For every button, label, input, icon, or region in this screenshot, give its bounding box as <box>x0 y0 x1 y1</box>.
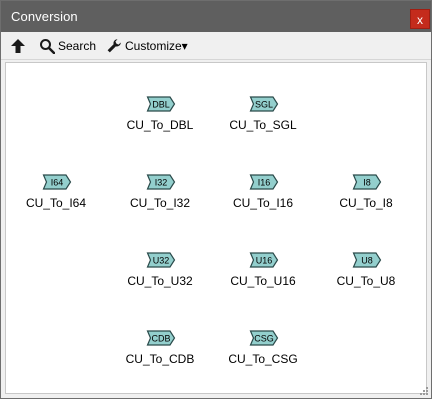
terminal-icon: I8 <box>352 174 382 190</box>
palette-item-label: CU_To_DBL <box>126 118 194 132</box>
palette-item-cu-to-sgl[interactable]: SGL CU_To_SGL <box>213 96 313 132</box>
palette-item-label: CU_To_CSG <box>228 352 298 366</box>
palette-item-cu-to-u32[interactable]: U32 CU_To_U32 <box>110 252 210 288</box>
palette-item-label: CU_To_CDB <box>125 352 195 366</box>
terminal-tag: I64 <box>51 178 64 188</box>
terminal-icon: CDB <box>146 330 176 346</box>
palette-item-cu-to-cdb[interactable]: CDB CU_To_CDB <box>110 330 210 366</box>
terminal-icon: I16 <box>249 174 279 190</box>
palette-item-cu-to-u16[interactable]: U16 CU_To_U16 <box>213 252 313 288</box>
palette-content: DBL CU_To_DBL SGL CU_To_SGL I64 CU_To_I6… <box>5 62 427 394</box>
search-label: Search <box>58 39 97 53</box>
palette-item-cu-to-i32[interactable]: I32 CU_To_I32 <box>110 174 210 210</box>
terminal-icon: U32 <box>146 252 176 268</box>
resize-grip-icon[interactable] <box>419 386 429 396</box>
up-button[interactable] <box>9 37 27 55</box>
palette-item-label: CU_To_U16 <box>230 274 296 288</box>
terminal-icon: SGL <box>249 96 279 112</box>
palette-item-cu-to-dbl[interactable]: DBL CU_To_DBL <box>110 96 210 132</box>
terminal-tag: I16 <box>258 178 271 188</box>
search-button[interactable]: Search <box>39 37 96 55</box>
palette-item-label: CU_To_U8 <box>336 274 396 288</box>
palette-item-label: CU_To_SGL <box>229 118 297 132</box>
terminal-tag: CSG <box>254 334 274 344</box>
terminal-icon: U8 <box>352 252 382 268</box>
wrench-icon <box>107 39 121 53</box>
close-icon: x <box>417 13 423 27</box>
palette-item-cu-to-csg[interactable]: CSG CU_To_CSG <box>213 330 313 366</box>
palette-item-label: CU_To_I8 <box>339 196 393 210</box>
terminal-tag: CDB <box>151 334 170 344</box>
terminal-tag: I32 <box>155 178 168 188</box>
terminal-tag: U32 <box>153 256 170 266</box>
palette-item-cu-to-i8[interactable]: I8 CU_To_I8 <box>316 174 416 210</box>
palette-item-label: CU_To_I64 <box>25 196 87 210</box>
palette-item-label: CU_To_I16 <box>232 196 294 210</box>
terminal-icon: I64 <box>42 174 72 190</box>
palette-window: Conversion x Search Customize▾ DBL CU_To… <box>0 0 432 399</box>
palette-item-cu-to-u8[interactable]: U8 CU_To_U8 <box>316 252 416 288</box>
palette-item-label: CU_To_U32 <box>127 274 193 288</box>
palette-item-cu-to-i16[interactable]: I16 CU_To_I16 <box>213 174 313 210</box>
palette-item-label: CU_To_I32 <box>129 196 191 210</box>
terminal-icon: CSG <box>249 330 279 346</box>
terminal-tag: U8 <box>361 256 373 266</box>
terminal-tag: I8 <box>363 178 371 188</box>
customize-button[interactable]: Customize▾ <box>106 37 188 55</box>
search-icon <box>40 39 55 54</box>
palette-item-cu-to-i64[interactable]: I64 CU_To_I64 <box>6 174 106 210</box>
customize-label: Customize▾ <box>125 39 188 53</box>
terminal-tag: SGL <box>255 100 273 110</box>
close-button[interactable]: x <box>410 9 430 29</box>
toolbar: Search Customize▾ <box>1 32 431 60</box>
up-arrow-icon <box>11 39 25 53</box>
terminal-icon: DBL <box>146 96 176 112</box>
window-title: Conversion <box>11 9 78 24</box>
terminal-tag: U16 <box>256 256 273 266</box>
terminal-icon: I32 <box>146 174 176 190</box>
title-bar[interactable]: Conversion x <box>1 1 431 32</box>
terminal-tag: DBL <box>152 100 170 110</box>
terminal-icon: U16 <box>249 252 279 268</box>
